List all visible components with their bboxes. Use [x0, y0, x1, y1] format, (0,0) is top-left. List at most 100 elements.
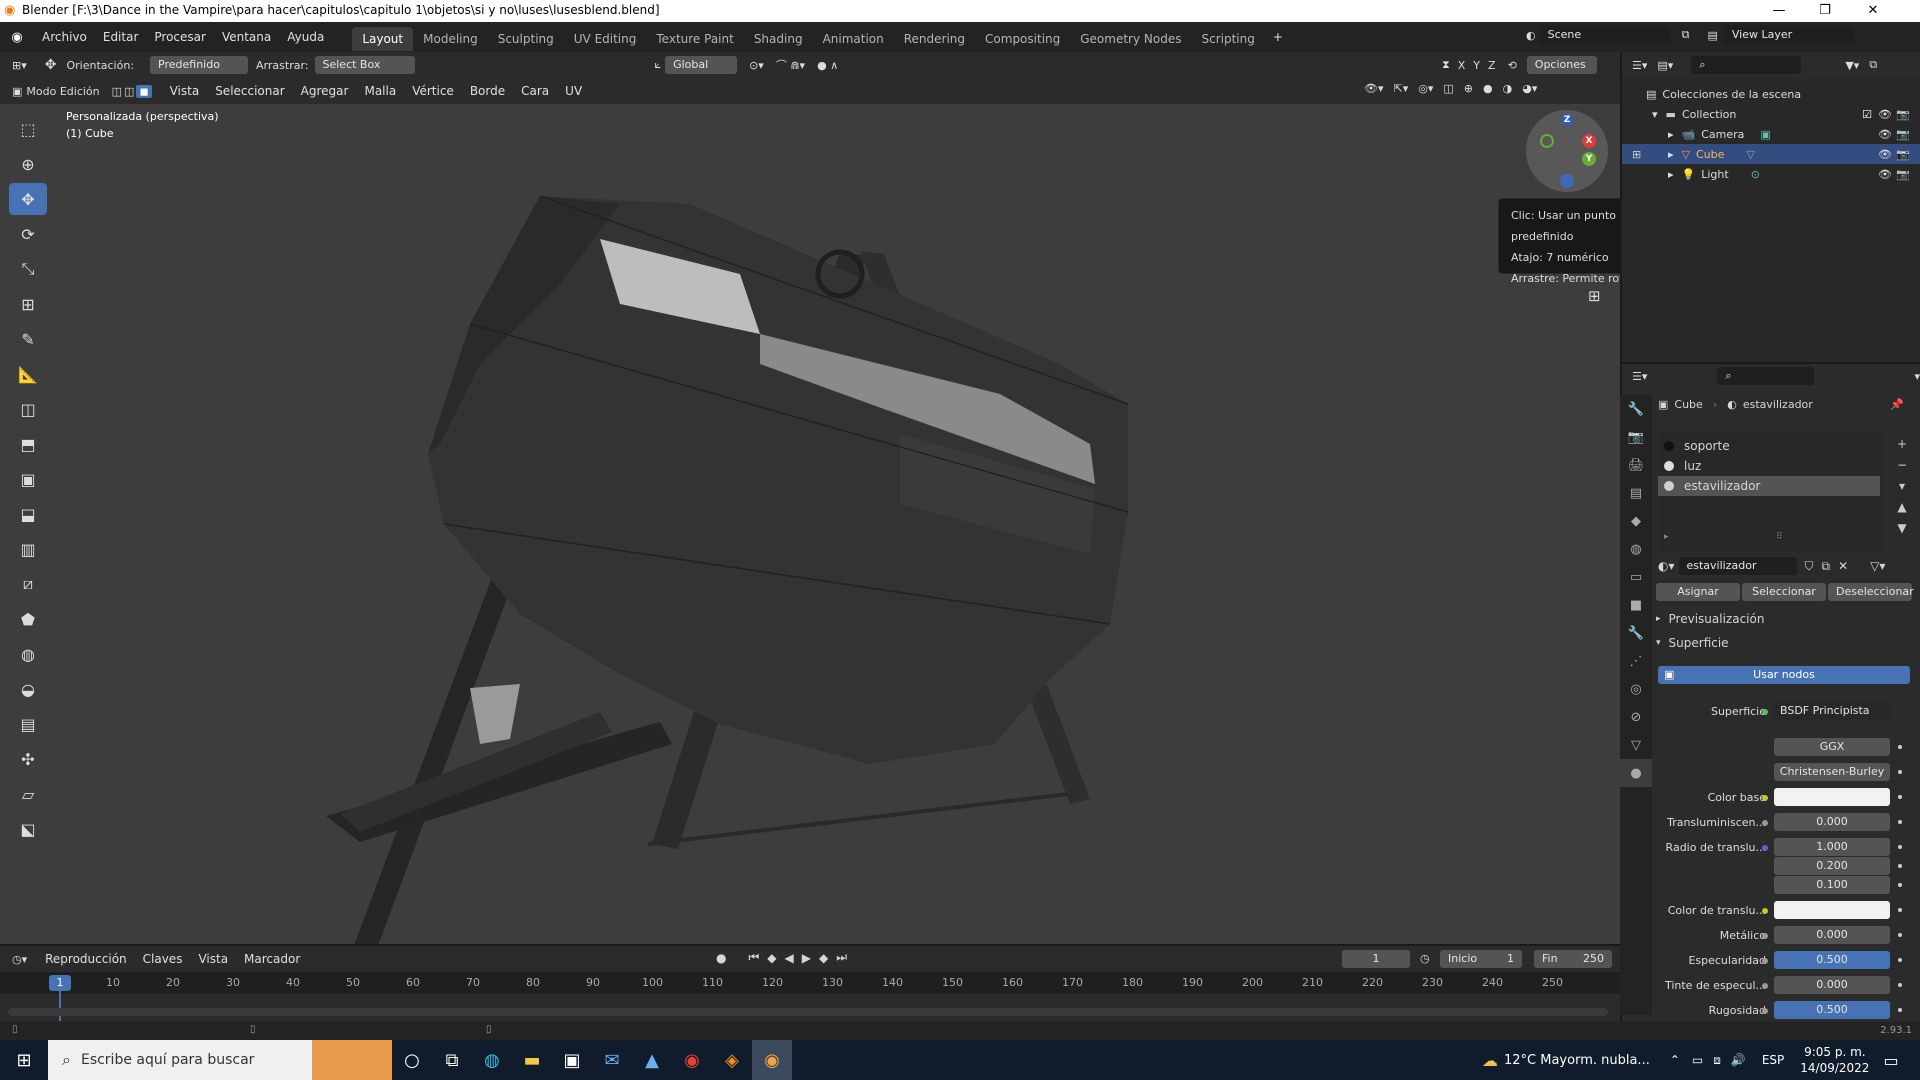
timeline-ruler[interactable]: 1 10 20 30 40 50 60 70 80 90 100 110 120…: [0, 972, 1620, 1021]
axis-x-toggle[interactable]: X: [1458, 59, 1466, 72]
visibility-eye-icon[interactable]: 👁: [1878, 168, 1892, 181]
subsurface-radius-x-field[interactable]: 1.000: [1774, 838, 1890, 856]
axis-y-toggle[interactable]: Y: [1473, 59, 1480, 72]
end-frame-field[interactable]: Fin 250: [1534, 950, 1612, 968]
menu-claves[interactable]: Claves: [135, 944, 191, 974]
tab-layout[interactable]: Layout: [352, 26, 414, 51]
gizmo-neg-y[interactable]: [1540, 134, 1554, 148]
blender-menu-icon[interactable]: ◉: [0, 30, 34, 45]
keyframe-dot[interactable]: [1898, 883, 1902, 887]
menu-vista-timeline[interactable]: Vista: [190, 944, 236, 974]
outliner-search-icon[interactable]: ⌕: [1691, 56, 1802, 74]
scene-tab-icon[interactable]: ◆: [1620, 507, 1652, 535]
assign-button[interactable]: Asignar: [1656, 583, 1740, 601]
menu-editar[interactable]: Editar: [95, 22, 147, 52]
material-slot-selected[interactable]: estavilizador: [1658, 476, 1880, 496]
auto-keying-icon[interactable]: ●: [716, 951, 726, 965]
play-icon[interactable]: ▶: [802, 951, 811, 965]
subsurface-method-dropdown[interactable]: Christensen-Burley: [1774, 763, 1890, 781]
menu-cara[interactable]: Cara: [513, 76, 557, 106]
modifier-tab-icon[interactable]: 🔧: [1620, 619, 1652, 647]
menu-malla[interactable]: Malla: [356, 76, 404, 106]
add-cube-tool-icon[interactable]: ◫: [9, 393, 47, 425]
solid-shading-icon[interactable]: ●: [1483, 82, 1493, 95]
output-tab-icon[interactable]: 🖨: [1620, 451, 1652, 479]
timeline-editor-type-icon[interactable]: ◷▾: [12, 953, 27, 966]
world-tab-icon[interactable]: ◍: [1620, 535, 1652, 563]
auto-merge-icon[interactable]: ⟲: [1508, 59, 1517, 72]
mesh-data-icon[interactable]: ▽: [1746, 148, 1754, 161]
playhead-frame[interactable]: 1: [49, 975, 71, 991]
expand-arrow-icon[interactable]: ▸: [1664, 532, 1669, 542]
outliner-item-camera[interactable]: ▸ 📹 Camera ▣ 👁 📷: [1622, 124, 1920, 144]
keyframe-dot[interactable]: [1898, 1008, 1902, 1012]
orientation-dropdown[interactable]: Predefinido: [150, 56, 249, 74]
outliner-item-light[interactable]: ▸ 💡 Light ⊙ 👁 📷: [1622, 164, 1920, 184]
jump-start-icon[interactable]: ⏮: [748, 950, 759, 965]
poly-build-tool-icon[interactable]: ⬟: [9, 603, 47, 635]
menu-agregar[interactable]: Agregar: [293, 76, 357, 106]
preview-range-icon[interactable]: ◷: [1420, 952, 1430, 965]
annotate-tool-icon[interactable]: ✎: [9, 323, 47, 355]
close-button[interactable]: ✕: [1850, 0, 1896, 22]
tab-animation[interactable]: Animation: [813, 27, 894, 51]
rip-tool-icon[interactable]: ⬕: [9, 813, 47, 845]
wireframe-shading-icon[interactable]: ⊕: [1464, 82, 1473, 95]
visibility-eye-icon[interactable]: 👁: [1878, 108, 1892, 121]
menu-seleccionar[interactable]: Seleccionar: [207, 76, 292, 106]
current-frame-field[interactable]: 1: [1342, 950, 1410, 968]
expand-arrow-icon[interactable]: ▸: [1668, 168, 1674, 181]
duplicate-material-icon[interactable]: ⧉: [1822, 559, 1831, 574]
rotate-tool-icon[interactable]: ⟳: [9, 218, 47, 250]
store-icon[interactable]: ▣: [552, 1040, 592, 1080]
weather-text[interactable]: 12°C Mayorm. nubla...: [1504, 1053, 1650, 1068]
scene-selector[interactable]: Scene: [1539, 26, 1670, 44]
xray-icon[interactable]: ◫: [1443, 82, 1453, 95]
drag-dropdown[interactable]: Select Box: [314, 56, 415, 74]
keyframe-dot[interactable]: [1898, 983, 1902, 987]
material-slot[interactable]: luz: [1658, 456, 1884, 476]
keyframe-dot[interactable]: [1898, 933, 1902, 937]
pin-icon[interactable]: 📌: [1890, 398, 1904, 411]
metallic-field[interactable]: 0.000: [1774, 926, 1890, 944]
proportional-edit-icon[interactable]: ● ∧: [817, 59, 838, 72]
3d-viewport[interactable]: [0, 104, 1620, 944]
new-collection-icon[interactable]: ⧉: [1869, 58, 1877, 72]
display-mode-icon[interactable]: ▤▾: [1657, 59, 1673, 72]
view-layer-tab-icon[interactable]: ▤: [1620, 479, 1652, 507]
rendered-shading-icon[interactable]: ◕▾: [1522, 82, 1537, 95]
keyframe-dot[interactable]: [1898, 845, 1902, 849]
tab-rendering[interactable]: Rendering: [894, 27, 975, 51]
photos-icon[interactable]: ▲: [632, 1040, 672, 1080]
expand-arrow-icon[interactable]: ▸: [1668, 128, 1674, 141]
menu-ventana[interactable]: Ventana: [214, 22, 279, 52]
outliner-editor-type-icon[interactable]: ☰▾: [1632, 59, 1647, 72]
visibility-eye-icon[interactable]: 👁: [1878, 128, 1892, 141]
notifications-icon[interactable]: ▭: [1883, 1051, 1898, 1070]
scene-new-icon[interactable]: ⧉: [1682, 28, 1690, 42]
view-layer-icon[interactable]: ▤: [1707, 29, 1717, 42]
keyframe-dot[interactable]: [1898, 745, 1902, 749]
gizmo-toggle-icon[interactable]: ⇱▾: [1394, 82, 1409, 95]
specular-tint-field[interactable]: 0.000: [1774, 976, 1890, 994]
keyframe-dot[interactable]: [1898, 770, 1902, 774]
tab-uv-editing[interactable]: UV Editing: [564, 27, 647, 51]
render-tab-icon[interactable]: 📷: [1620, 423, 1652, 451]
fake-user-icon[interactable]: ⛉: [1805, 559, 1814, 574]
filter-material-icon[interactable]: ▽▾: [1870, 559, 1885, 573]
tab-modeling[interactable]: Modeling: [413, 27, 488, 51]
bevel-tool-icon[interactable]: ⬓: [9, 498, 47, 530]
gizmo-y-axis[interactable]: Y: [1582, 152, 1596, 166]
add-workspace-icon[interactable]: +: [1265, 22, 1291, 52]
deselect-button[interactable]: Deseleccionar: [1828, 583, 1914, 601]
maximize-button[interactable]: ❐: [1802, 0, 1848, 22]
tab-scripting[interactable]: Scripting: [1191, 27, 1264, 51]
smooth-tool-icon[interactable]: ◒: [9, 673, 47, 705]
menu-uv[interactable]: UV: [557, 76, 590, 106]
tab-shading[interactable]: Shading: [744, 27, 813, 51]
transform-tool-icon[interactable]: ⊞: [9, 288, 47, 320]
exclude-checkbox[interactable]: ☑: [1862, 108, 1872, 121]
scene-icon[interactable]: ◐: [1526, 29, 1536, 42]
menu-reproduccion[interactable]: Reproducción: [37, 944, 135, 974]
play-reverse-icon[interactable]: ◀: [785, 951, 794, 965]
